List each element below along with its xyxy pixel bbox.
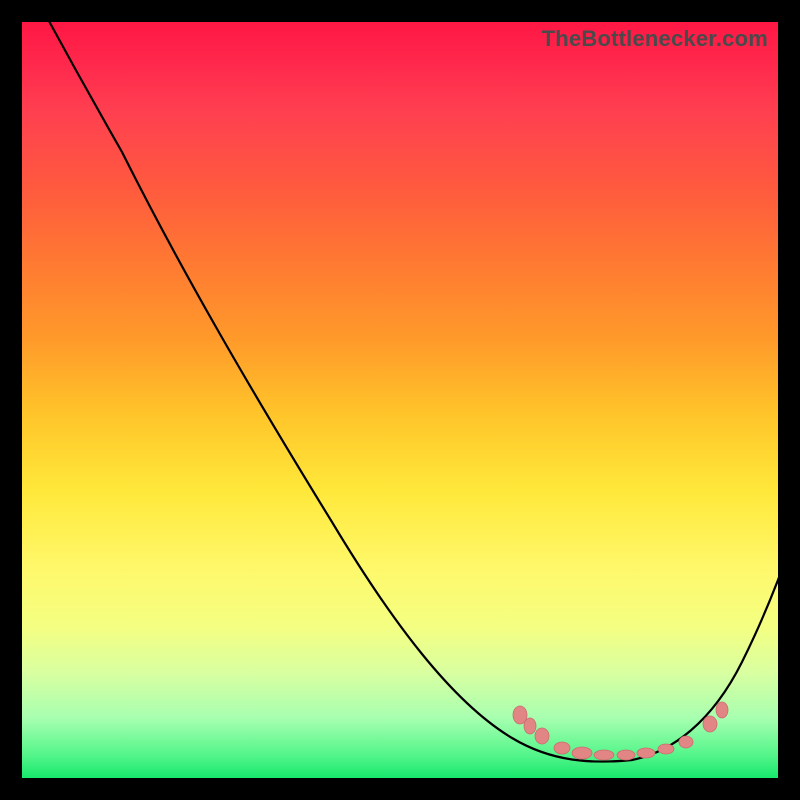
marker-dot [524,718,536,734]
marker-dot [658,744,674,754]
curve-line [44,12,792,762]
marker-dot [594,750,614,760]
chart-plot-area: TheBottlenecker.com [22,22,778,778]
marker-dot [617,750,635,760]
marker-dot [554,742,570,754]
marker-dot [703,716,717,732]
marker-dot [535,728,549,744]
marker-dot [572,747,592,759]
bottleneck-curve [22,22,778,778]
marker-dot [716,702,728,718]
curve-markers [513,702,728,760]
chart-frame: TheBottlenecker.com [0,0,800,800]
marker-dot [679,736,693,748]
marker-dot [637,748,655,758]
